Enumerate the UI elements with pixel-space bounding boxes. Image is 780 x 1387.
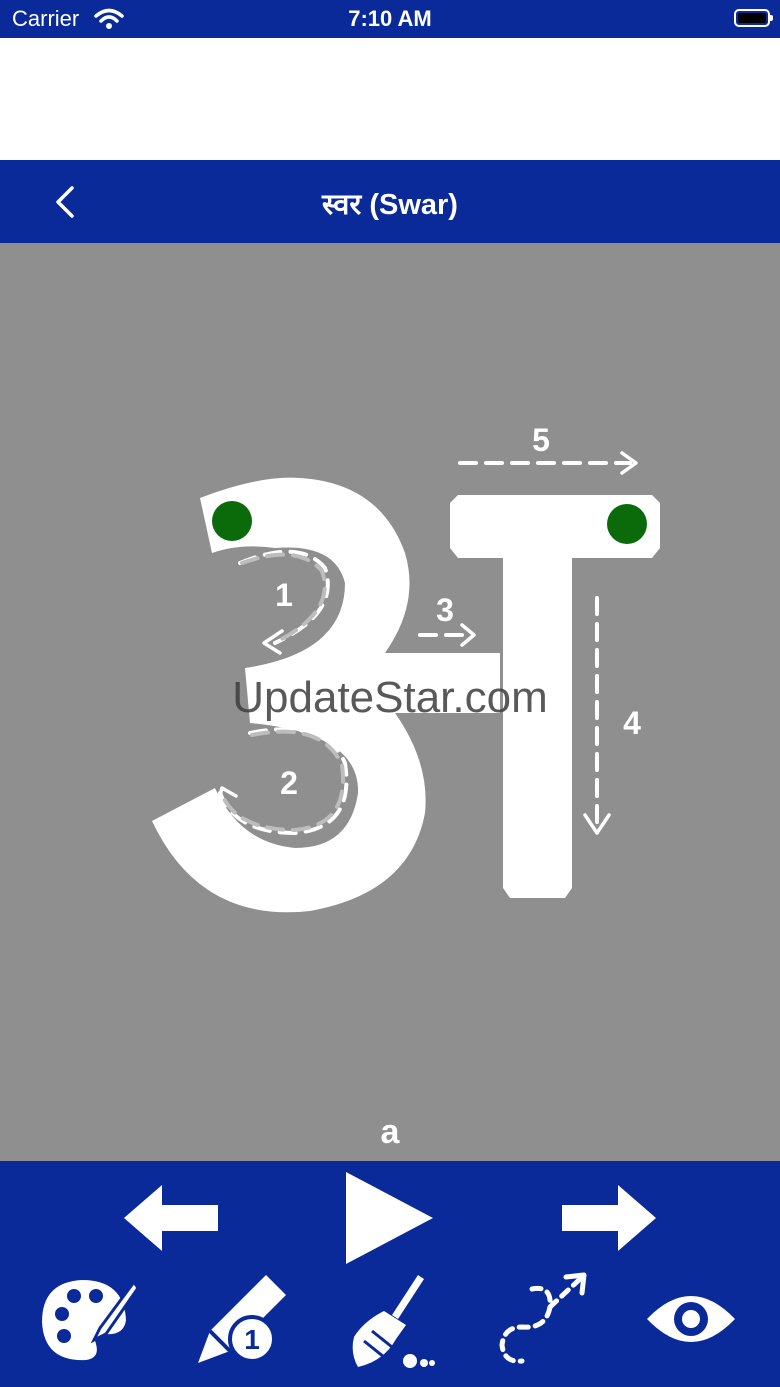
play-icon[interactable] (343, 1169, 437, 1272)
start-dot (212, 501, 252, 541)
trace-path-icon[interactable] (492, 1271, 592, 1376)
bottom-toolbar: 1 (0, 1161, 780, 1387)
stroke-number: 2 (280, 765, 298, 801)
pencil-size-label: 1 (244, 1324, 260, 1355)
tracing-canvas[interactable]: 1 2 3 4 5 UpdateStar.com a (0, 243, 780, 1161)
broom-icon[interactable] (344, 1271, 436, 1376)
watermark: UpdateStar.com (232, 673, 548, 722)
battery-icon (734, 9, 773, 27)
stroke-number: 5 (532, 422, 550, 458)
start-dot (607, 504, 647, 544)
previous-arrow-icon[interactable] (122, 1183, 222, 1258)
palette-icon[interactable] (38, 1276, 140, 1369)
letter-transliteration: a (380, 1113, 400, 1151)
page-title: स्वर (Swar) (322, 189, 458, 221)
status-time: 7:10 AM (348, 6, 432, 31)
stroke-number: 3 (436, 592, 454, 628)
ad-banner-area (0, 38, 780, 160)
next-arrow-icon[interactable] (558, 1183, 658, 1258)
navigation-bar: स्वर (Swar) (0, 160, 780, 243)
eye-icon[interactable] (645, 1289, 737, 1354)
status-bar: Carrier 7:10 AM (0, 0, 780, 38)
pencil-size-icon[interactable]: 1 (190, 1271, 290, 1376)
stroke-number: 1 (275, 577, 293, 613)
